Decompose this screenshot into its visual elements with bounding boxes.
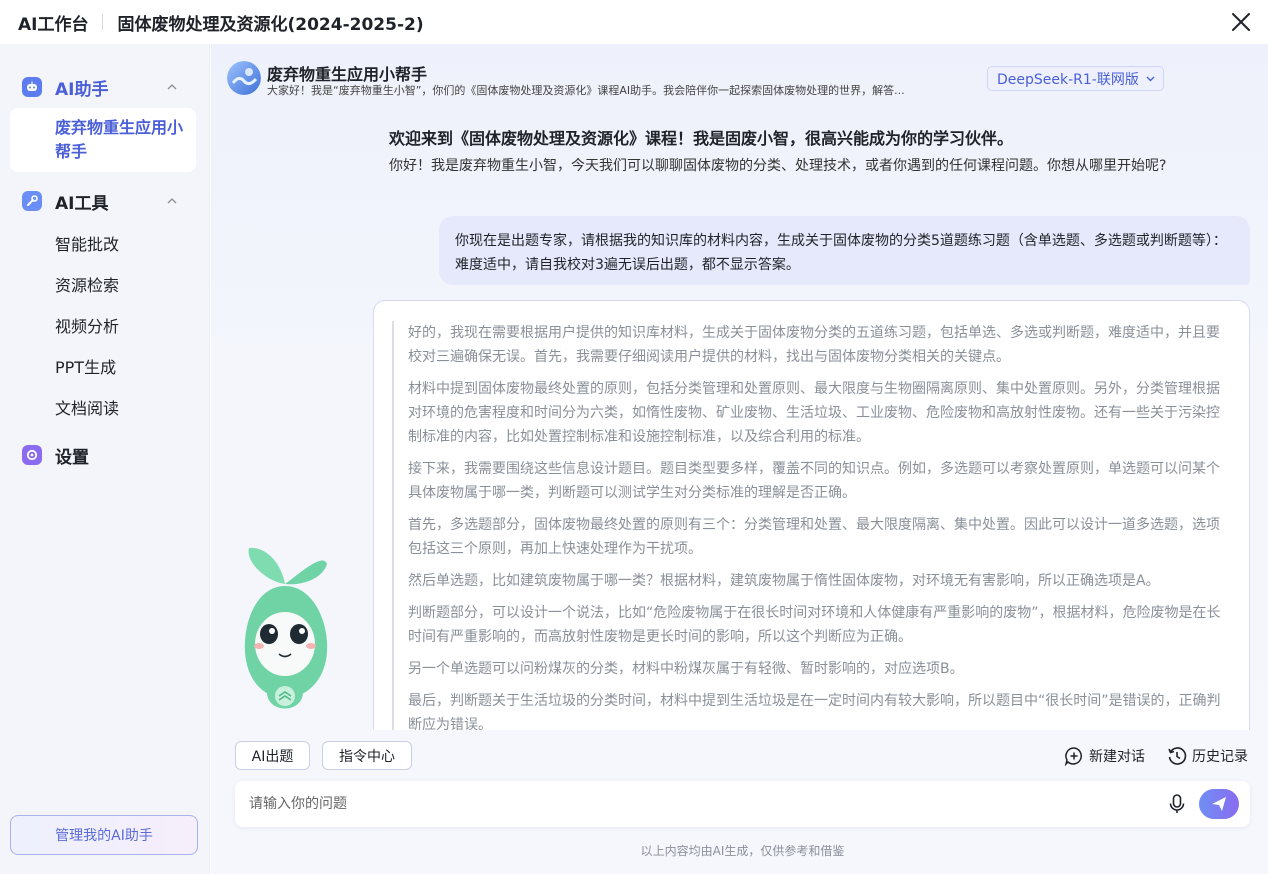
new-chat-button[interactable]: 新建对话 bbox=[1064, 746, 1145, 766]
ai-question-chip[interactable]: AI出题 bbox=[235, 741, 310, 770]
chevron-up-icon bbox=[167, 198, 177, 204]
thinking-paragraph: 接下来，我需要围绕这些信息设计题目。题目类型要多样，覆盖不同的知识点。例如，多选… bbox=[408, 461, 1220, 501]
sidebar-item-active-assistant[interactable]: 废弃物重生应用小帮手 bbox=[10, 108, 196, 172]
sidebar-group-settings[interactable]: 设置 bbox=[0, 437, 210, 473]
sidebar-group-label: AI助手 bbox=[55, 79, 109, 100]
wrench-icon bbox=[22, 191, 42, 211]
history-label: 历史记录 bbox=[1192, 749, 1248, 765]
send-button[interactable] bbox=[1199, 789, 1239, 819]
command-center-chip[interactable]: 指令中心 bbox=[322, 741, 412, 770]
sidebar-item-video-analysis[interactable]: 视频分析 bbox=[55, 313, 119, 337]
bot-avatar bbox=[227, 61, 261, 95]
ai-disclaimer: 以上内容均由AI生成，仅供参考和借鉴 bbox=[640, 844, 845, 858]
question-input-box bbox=[235, 781, 1250, 827]
chevron-down-icon bbox=[1146, 76, 1155, 82]
sidebar-item-smart-grading[interactable]: 智能批改 bbox=[55, 231, 119, 255]
sidebar-group-ai-assistant[interactable]: AI助手 bbox=[0, 69, 210, 105]
sidebar-group-label: 设置 bbox=[55, 447, 89, 468]
bot-description: 大家好！我是“废弃物重生小智”，你们的《固体废物处理及资源化》课程AI助手。我会… bbox=[267, 84, 905, 97]
sidebar-group-ai-tools[interactable]: AI工具 bbox=[0, 183, 210, 219]
sprout-mascot bbox=[244, 547, 328, 709]
sidebar: AI助手 废弃物重生应用小帮手 AI工具 智能批改 资源检索 视频分析 PPT生… bbox=[0, 44, 210, 874]
thinking-paragraph: 另一个单选题可以问粉煤灰的分类，材料中粉煤灰属于有轻微、暂时影响的，对应选项B。 bbox=[408, 661, 964, 677]
app-title: AI工作台 bbox=[18, 14, 89, 35]
thinking-paragraph: 最后，判断题关于生活垃圾的分类时间，材料中提到生活垃圾是在一定时间内有较大影响，… bbox=[408, 693, 1221, 730]
user-message-bubble: 你现在是出题专家，请根据我的知识库的材料内容，生成关于固体废物的分类5道题练习题… bbox=[439, 216, 1250, 285]
thinking-paragraph: 材料中提到固体废物最终处置的原则，包括分类管理和处置原则、最大限度与生物圈隔离原… bbox=[408, 381, 1220, 445]
sidebar-item-resource-search[interactable]: 资源检索 bbox=[55, 272, 119, 296]
thinking-paragraph: 然后单选题，比如建筑废物属于哪一类？根据材料，建筑废物属于惰性固体废物，对环境无… bbox=[408, 573, 1160, 589]
sidebar-item-document-reading[interactable]: 文档阅读 bbox=[55, 395, 119, 419]
chevron-up-icon bbox=[167, 84, 177, 90]
title-divider bbox=[102, 14, 104, 30]
sidebar-item-ppt-generation[interactable]: PPT生成 bbox=[55, 354, 116, 378]
thinking-paragraph: 判断题部分，可以设计一个说法，比如“危险废物属于在很长时间对环境和人体健康有严重… bbox=[408, 605, 1221, 645]
send-icon bbox=[1212, 797, 1226, 811]
top-bar: AI工作台 固体废物处理及资源化(2024-2025-2) bbox=[0, 0, 1268, 44]
sidebar-group-label: AI工具 bbox=[55, 193, 109, 214]
new-chat-label: 新建对话 bbox=[1089, 749, 1145, 765]
manage-ai-assistant-button[interactable]: 管理我的AI助手 bbox=[10, 815, 198, 855]
ai-answer-card: 好的，我现在需要根据用户提供的知识库材料，生成关于固体废物分类的五道练习题，包括… bbox=[373, 300, 1250, 730]
welcome-title: 欢迎来到《固体废物处理及资源化》课程！我是固废小智，很高兴能成为你的学习伙伴。 bbox=[389, 129, 1014, 148]
robot-icon bbox=[22, 77, 42, 97]
welcome-text: 你好！我是废弃物重生小智，今天我们可以聊聊固体废物的分类、处理技术，或者你遇到的… bbox=[389, 158, 1167, 174]
thinking-paragraph: 首先，多选题部分，固体废物最终处置的原则有三个：分类管理和处置、最大限度隔离、集… bbox=[408, 517, 1220, 557]
model-selector-value: DeepSeek-R1-联网版 bbox=[997, 71, 1139, 88]
history-button[interactable]: 历史记录 bbox=[1167, 746, 1248, 766]
model-selector[interactable]: DeepSeek-R1-联网版 bbox=[987, 66, 1164, 91]
chat-main: 废弃物重生应用小帮手 大家好！我是“废弃物重生小智”，你们的《固体废物处理及资源… bbox=[211, 44, 1268, 874]
course-title: 固体废物处理及资源化(2024-2025-2) bbox=[117, 14, 424, 35]
gear-icon bbox=[22, 445, 42, 465]
microphone-icon[interactable] bbox=[1165, 792, 1189, 816]
thinking-process: 好的，我现在需要根据用户提供的知识库材料，生成关于固体废物分类的五道练习题，包括… bbox=[392, 321, 1228, 730]
new-chat-icon bbox=[1064, 747, 1082, 766]
question-input[interactable] bbox=[249, 793, 1149, 815]
thinking-paragraph: 好的，我现在需要根据用户提供的知识库材料，生成关于固体废物分类的五道练习题，包括… bbox=[408, 325, 1220, 365]
history-icon bbox=[1168, 747, 1187, 765]
close-icon[interactable] bbox=[1228, 9, 1254, 35]
